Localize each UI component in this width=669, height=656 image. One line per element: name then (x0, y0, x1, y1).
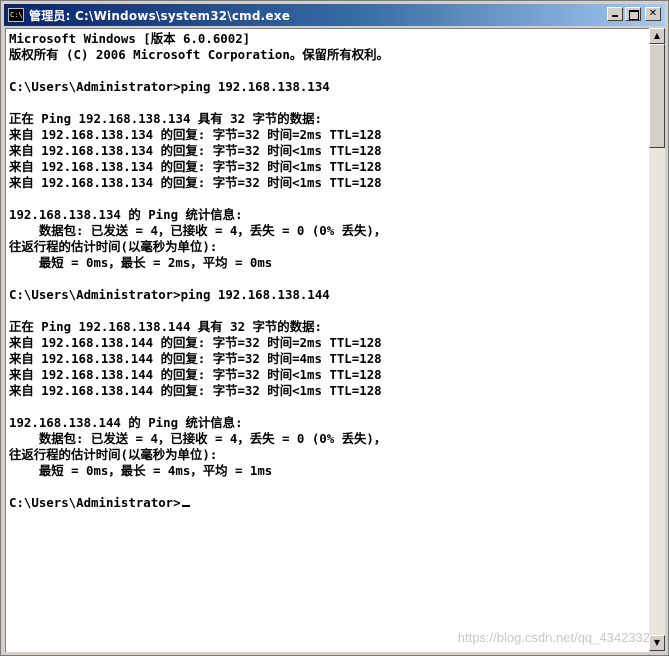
console-line: 正在 Ping 192.168.138.134 具有 32 字节的数据: (9, 111, 322, 126)
command-prompt[interactable]: C:\Users\Administrator> (9, 495, 649, 511)
title-bar[interactable]: C:\ 管理员: C:\Windows\system32\cmd.exe ✕ (4, 4, 665, 26)
scroll-up-button[interactable]: ▲ (649, 28, 665, 44)
console-lines: Microsoft Windows [版本 6.0.6002] 版权所有 (C) … (6, 29, 649, 511)
console-line: 192.168.138.144 的 Ping 统计信息: (9, 415, 243, 430)
console-line: 来自 192.168.138.144 的回复: 字节=32 时间=4ms TTL… (9, 351, 382, 366)
console-line: 来自 192.168.138.134 的回复: 字节=32 时间<1ms TTL… (9, 159, 382, 174)
console-line: 正在 Ping 192.168.138.144 具有 32 字节的数据: (9, 319, 322, 334)
cmd-window: C:\ 管理员: C:\Windows\system32\cmd.exe ✕ M… (0, 0, 669, 656)
text-cursor (181, 505, 190, 507)
minimize-icon (612, 15, 618, 17)
caption-buttons: ✕ (607, 7, 661, 21)
console-line: 来自 192.168.138.134 的回复: 字节=32 时间<1ms TTL… (9, 175, 382, 190)
maximize-icon (629, 10, 639, 20)
console-line: 往返行程的估计时间(以毫秒为单位): (9, 447, 218, 462)
console-line: 数据包: 已发送 = 4，已接收 = 4，丢失 = 0 (0% 丢失)， (9, 223, 387, 238)
console-line: C:\Users\Administrator>ping 192.168.138.… (9, 287, 330, 302)
scroll-down-button[interactable]: ▼ (649, 635, 665, 651)
console-line: 最短 = 0ms，最长 = 2ms，平均 = 0ms (9, 255, 273, 270)
console-line: 来自 192.168.138.144 的回复: 字节=32 时间<1ms TTL… (9, 367, 382, 382)
console-line: 版权所有 (C) 2006 Microsoft Corporation。保留所有… (9, 47, 389, 62)
console-line: 数据包: 已发送 = 4，已接收 = 4，丢失 = 0 (0% 丢失)， (9, 431, 387, 446)
prompt-text: C:\Users\Administrator> (9, 495, 181, 510)
maximize-button[interactable] (625, 7, 641, 21)
console-line: 来自 192.168.138.134 的回复: 字节=32 时间=2ms TTL… (9, 127, 382, 142)
console-line: 来自 192.168.138.144 的回复: 字节=32 时间<1ms TTL… (9, 383, 382, 398)
console-line: 最短 = 0ms，最长 = 4ms，平均 = 1ms (9, 463, 273, 478)
cmd-icon[interactable]: C:\ (8, 8, 24, 22)
console-line: Microsoft Windows [版本 6.0.6002] (9, 31, 251, 46)
vertical-scrollbar[interactable]: ▲ ▼ (649, 28, 665, 651)
console-line: 192.168.138.134 的 Ping 统计信息: (9, 207, 243, 222)
close-icon: ✕ (648, 8, 658, 19)
console-line: C:\Users\Administrator>ping 192.168.138.… (9, 79, 330, 94)
console-line: 来自 192.168.138.144 的回复: 字节=32 时间=2ms TTL… (9, 335, 382, 350)
console-line: 往返行程的估计时间(以毫秒为单位): (9, 239, 218, 254)
scroll-thumb[interactable] (649, 44, 665, 148)
console-output[interactable]: Microsoft Windows [版本 6.0.6002] 版权所有 (C) … (5, 28, 649, 652)
watermark: https://blog.csdn.net/qq_4342332 (457, 630, 650, 645)
minimize-button[interactable] (607, 7, 623, 21)
console-line: 来自 192.168.138.134 的回复: 字节=32 时间<1ms TTL… (9, 143, 382, 158)
window-title: 管理员: C:\Windows\system32\cmd.exe (29, 8, 291, 23)
arrow-up-icon: ▲ (653, 31, 661, 40)
close-button[interactable]: ✕ (645, 7, 661, 21)
arrow-down-icon: ▼ (653, 638, 661, 647)
